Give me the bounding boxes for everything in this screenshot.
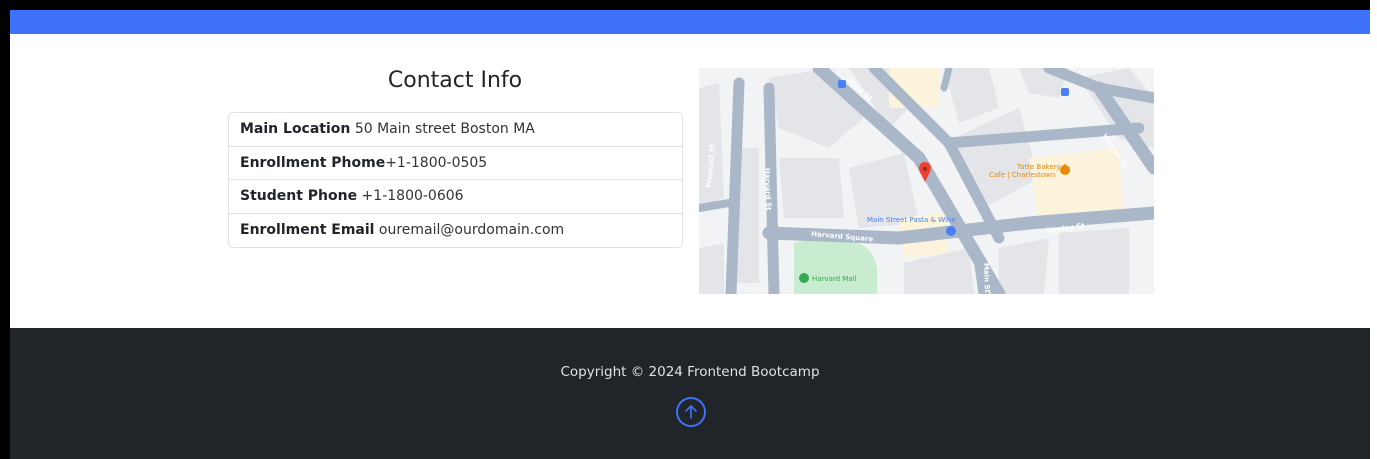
embedded-map[interactable]: Main St Prescott St Harvard St Harvard S… xyxy=(699,68,1154,294)
contact-value: +1-1800-0505 xyxy=(385,154,488,171)
park-pin-icon xyxy=(799,273,809,283)
contact-label: Student Phone xyxy=(240,188,358,204)
contact-label: Enrollment Email xyxy=(240,221,375,238)
street-label-harvard-st: Harvard St xyxy=(763,168,773,212)
contact-item-email: Enrollment Email ouremail@ourdomain.com xyxy=(229,214,682,248)
footer: Copyright © 2024 Frontend Bootcamp xyxy=(10,328,1370,459)
poi-label-tatte-2: Cafe | Charlestown xyxy=(989,171,1055,179)
map-canvas[interactable]: Main St Prescott St Harvard St Harvard S… xyxy=(699,68,1154,294)
restaurant-icon xyxy=(1060,165,1070,175)
poi-label-mall: Harvard Mall xyxy=(812,275,857,283)
contact-label: Enrollment Phome xyxy=(240,154,386,171)
contact-item-student-phone: Student Phone +1-1800-0606 xyxy=(229,180,682,214)
contact-value: +1-1800-0606 xyxy=(357,188,464,204)
contact-label: Main Location xyxy=(240,121,351,137)
transit-icon xyxy=(838,80,846,88)
arrow-up-circle-icon xyxy=(685,405,697,419)
footer-copyright: Copyright © 2024 Frontend Bootcamp xyxy=(560,364,820,380)
contact-item-location: Main Location 50 Main street Boston MA xyxy=(229,113,682,147)
top-navbar xyxy=(10,10,1370,34)
contact-value: ouremail@ourdomain.com xyxy=(374,221,565,238)
shopping-icon xyxy=(946,226,956,236)
contact-value: 50 Main street Boston MA xyxy=(350,121,535,137)
contact-section: Contact Info Main Location 50 Main stree… xyxy=(10,34,1370,328)
contact-list: Main Location 50 Main street Boston MA E… xyxy=(228,112,683,248)
contact-item-enrollment-phone: Enrollment Phome+1-1800-0505 xyxy=(229,147,682,180)
page-edge xyxy=(1370,0,1377,459)
transit-icon xyxy=(1061,88,1069,96)
contact-title: Contact Info xyxy=(387,68,523,93)
street-label-main-bottom: Main St xyxy=(982,263,991,294)
poi-label-pasta: Main Street Pasta & Wine xyxy=(867,216,956,224)
map-park xyxy=(794,238,877,294)
back-to-top-button[interactable] xyxy=(676,397,706,427)
